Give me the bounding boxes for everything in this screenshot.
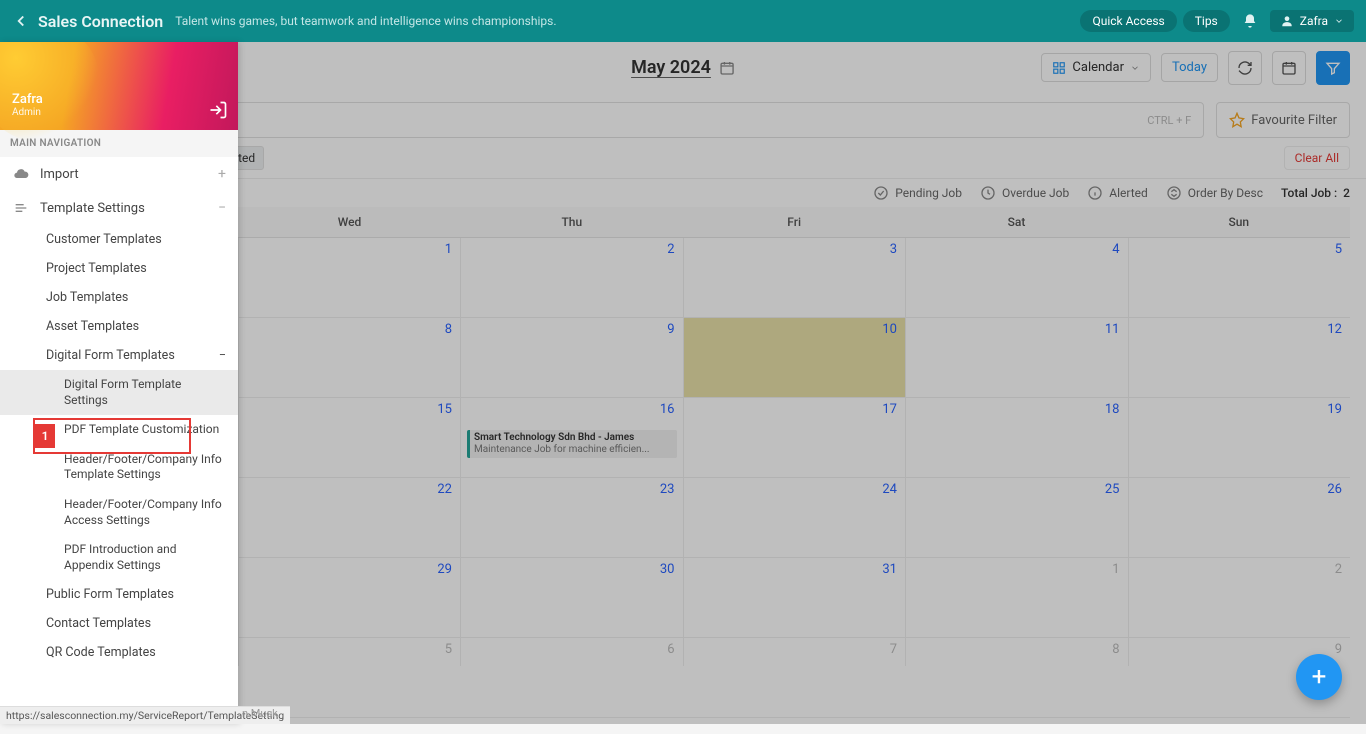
brand-title: Sales Connection xyxy=(38,12,163,31)
nav-project-templates[interactable]: Project Templates xyxy=(0,254,238,283)
nav-job-templates[interactable]: Job Templates xyxy=(0,283,238,312)
plus-icon: + xyxy=(218,166,226,182)
annotation-number: 1 xyxy=(35,424,55,448)
minus-icon: − xyxy=(219,348,226,363)
nav-customer-templates[interactable]: Customer Templates xyxy=(0,225,238,254)
nav-contact-templates[interactable]: Contact Templates xyxy=(0,609,238,638)
sidebar: Zafra Admin MAIN NAVIGATION Import + Tem… xyxy=(0,42,238,724)
cloud-upload-icon xyxy=(12,166,30,182)
sidebar-header: Zafra Admin xyxy=(0,42,238,130)
nav-pdf-intro-appendix[interactable]: PDF Introduction and Appendix Settings xyxy=(0,535,238,580)
footer-name-fragment: n Musk xyxy=(242,707,278,720)
bell-icon[interactable] xyxy=(1236,9,1264,33)
minus-icon: − xyxy=(218,200,226,216)
nav-import[interactable]: Import + xyxy=(0,157,238,191)
nav-digital-form-template-settings[interactable]: Digital Form Template Settings xyxy=(0,370,238,415)
add-fab[interactable]: + xyxy=(1296,654,1342,700)
nav-qrcode-templates[interactable]: QR Code Templates xyxy=(0,638,238,667)
nav-template-settings[interactable]: Template Settings − xyxy=(0,191,238,225)
avatar-icon xyxy=(1280,14,1294,28)
user-name: Zafra xyxy=(1300,14,1328,28)
quick-access-button[interactable]: Quick Access xyxy=(1080,10,1176,32)
tagline: Talent wins games, but teamwork and inte… xyxy=(175,14,556,28)
sidebar-username: Zafra xyxy=(12,92,226,107)
list-icon xyxy=(12,200,30,216)
topbar: Sales Connection Talent wins games, but … xyxy=(0,0,1366,42)
user-chip[interactable]: Zafra xyxy=(1270,10,1354,32)
nav-public-form-templates[interactable]: Public Form Templates xyxy=(0,580,238,609)
logout-icon[interactable] xyxy=(208,100,228,120)
sidebar-role: Admin xyxy=(12,107,226,118)
nav-asset-templates[interactable]: Asset Templates xyxy=(0,312,238,341)
chevron-down-icon xyxy=(1334,16,1344,26)
back-button[interactable] xyxy=(12,12,30,30)
tips-button[interactable]: Tips xyxy=(1183,10,1230,32)
nav-hf-template-settings[interactable]: Header/Footer/Company Info Template Sett… xyxy=(0,445,238,490)
nav-digital-form-templates[interactable]: Digital Form Templates − xyxy=(0,341,238,370)
nav-hf-access-settings[interactable]: Header/Footer/Company Info Access Settin… xyxy=(0,490,238,535)
